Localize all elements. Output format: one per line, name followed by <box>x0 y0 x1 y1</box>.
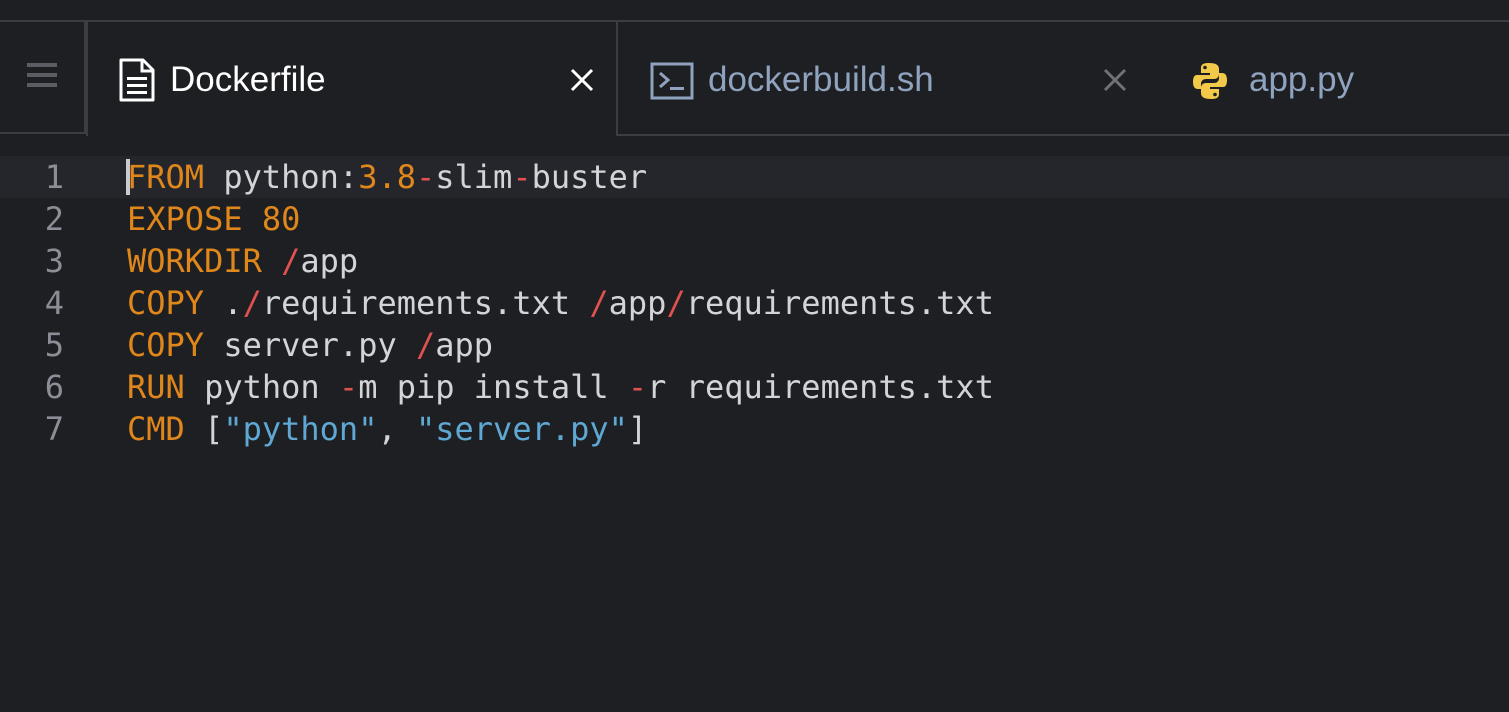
code-line[interactable]: 2 EXPOSE 80 <box>0 198 1509 240</box>
code-token: requirements.txt <box>685 284 994 322</box>
code-token: app <box>608 284 667 322</box>
code-token: r requirements.txt <box>647 368 994 406</box>
code-token: server.py <box>204 326 416 364</box>
line-number: 1 <box>44 158 64 196</box>
python-icon <box>1192 62 1228 100</box>
code-token: m pip install <box>358 368 628 406</box>
tab-label: Dockerfile <box>170 60 326 99</box>
tab-dockerfile[interactable]: Dockerfile <box>86 22 618 136</box>
code-token: ] <box>627 410 648 448</box>
code-editor[interactable]: 1 FROM python:3.8-slim-buster 2 EXPOSE 80 3 W… <box>0 156 1509 450</box>
tab-label: dockerbuild.sh <box>708 60 934 99</box>
code-line[interactable]: 4 COPY ./requirements.txt /app/requiremen… <box>0 282 1509 324</box>
tab-label: app.py <box>1249 60 1355 99</box>
code-token: app <box>435 326 494 364</box>
close-icon <box>570 68 594 92</box>
line-number: 5 <box>44 326 64 364</box>
code-text: COPY server.py /app <box>127 324 493 366</box>
editor-window: Dockerfile dockerbuild.sh app.py 1 FROM … <box>0 0 1509 712</box>
code-token: CMD <box>127 410 185 448</box>
code-token: COPY <box>127 284 205 322</box>
tab-app-py[interactable]: app.py <box>1158 22 1509 136</box>
close-tab-button[interactable] <box>562 60 602 100</box>
line-number: 3 <box>44 242 64 280</box>
code-token: 80 <box>261 200 301 238</box>
terminal-icon <box>650 62 694 100</box>
code-token: / <box>242 284 262 322</box>
line-number: 2 <box>44 200 64 238</box>
code-text: COPY ./requirements.txt /app/requirement… <box>127 282 994 324</box>
document-icon <box>118 58 156 102</box>
code-token: slim <box>435 158 513 196</box>
code-line[interactable]: 7 CMD ["python", "server.py"] <box>0 408 1509 450</box>
code-line[interactable]: 1 FROM python:3.8-slim-buster <box>0 156 1509 198</box>
code-token: "server.py" <box>415 410 628 448</box>
code-line[interactable]: 6 RUN python -m pip install -r requiremen… <box>0 366 1509 408</box>
code-token: / <box>415 326 436 364</box>
code-token: / <box>281 242 301 280</box>
code-token: "python" <box>223 410 378 448</box>
code-token: - <box>415 158 436 196</box>
code-token: . <box>204 284 243 322</box>
code-text: WORKDIR /app <box>127 240 358 282</box>
code-token: buster <box>531 158 648 196</box>
code-token: / <box>589 284 609 322</box>
code-token: - <box>512 158 532 196</box>
code-token: app <box>300 242 359 280</box>
line-number: 6 <box>44 368 64 406</box>
code-text: FROM python:3.8-slim-buster <box>127 156 647 198</box>
code-text: RUN python -m pip install -r requirement… <box>127 366 994 408</box>
code-token: requirements.txt <box>261 284 590 322</box>
tab-bar: Dockerfile dockerbuild.sh app.py <box>0 22 1509 136</box>
code-token: WORKDIR <box>127 242 262 280</box>
code-token: - <box>338 368 359 406</box>
code-token: EXPOSE <box>127 200 243 238</box>
code-line[interactable]: 3 WORKDIR /app <box>0 240 1509 282</box>
code-token: RUN <box>127 368 185 406</box>
close-icon <box>1103 68 1127 92</box>
menu-button[interactable] <box>0 22 86 134</box>
code-token: / <box>666 284 686 322</box>
code-token: [ <box>184 410 224 448</box>
code-token: , <box>377 410 416 448</box>
close-tab-button[interactable] <box>1095 60 1135 100</box>
line-number: 4 <box>44 284 64 322</box>
code-token: python: <box>204 158 359 196</box>
hamburger-menu-icon <box>27 62 57 93</box>
code-text: EXPOSE 80 <box>127 198 300 240</box>
code-token: COPY <box>127 326 205 364</box>
tab-dockerbuild[interactable]: dockerbuild.sh <box>618 22 1158 136</box>
code-token: 3.8 <box>358 158 416 196</box>
code-token: python <box>184 368 339 406</box>
code-line[interactable]: 5 COPY server.py /app <box>0 324 1509 366</box>
text-cursor <box>126 159 130 195</box>
line-number: 7 <box>44 410 64 448</box>
code-text: CMD ["python", "server.py"] <box>127 408 647 450</box>
code-token: - <box>627 368 648 406</box>
code-token: FROM <box>127 158 205 196</box>
